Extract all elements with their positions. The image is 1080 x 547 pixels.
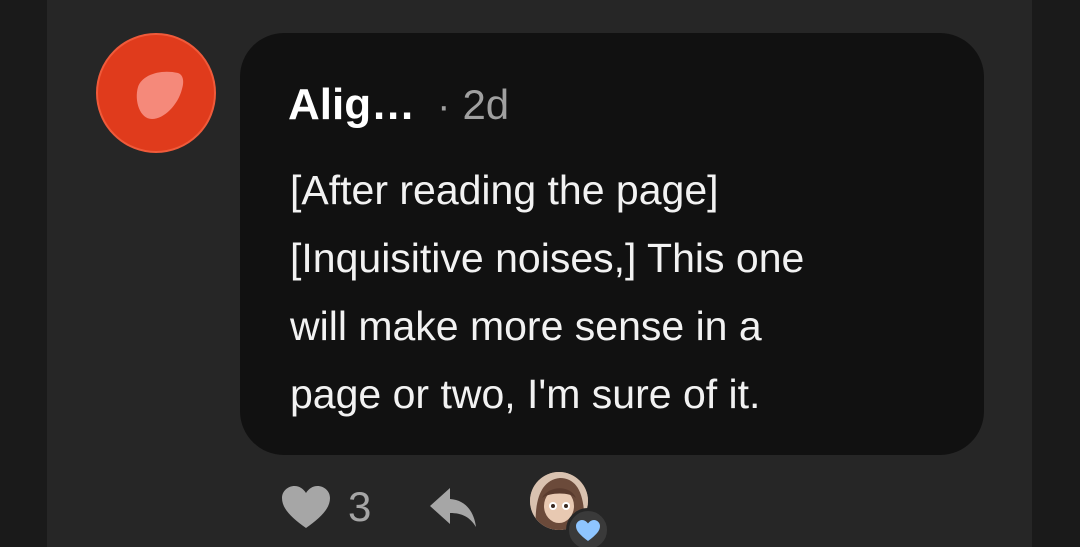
heart-icon: [282, 486, 330, 528]
comment-text-line: will make more sense in a: [290, 303, 762, 349]
comment-text-line: [After reading the page]: [290, 167, 719, 213]
reply-icon: [430, 488, 476, 527]
reply-button[interactable]: [428, 484, 480, 530]
meta-separator: ·: [437, 84, 451, 128]
author-avatar[interactable]: [96, 33, 216, 153]
comment-text-line: page or two, I'm sure of it.: [290, 371, 761, 417]
comment-view: Alig… · 2d [After reading the page] [Inq…: [0, 0, 1080, 547]
comment-age[interactable]: 2d: [462, 81, 509, 129]
like-button[interactable]: [280, 484, 332, 530]
reaction-badge[interactable]: [566, 508, 610, 547]
comment-text: [After reading the page] [Inquisitive no…: [290, 156, 970, 428]
comment-actions: 3: [0, 470, 1080, 547]
blue-heart-icon: [576, 520, 600, 541]
comment-text-line: [Inquisitive noises,] This one: [290, 235, 805, 281]
like-count: 3: [348, 483, 372, 530]
avatar-logo-icon: [136, 71, 184, 119]
comment-header: Alig… · 2d: [288, 80, 509, 136]
author-name[interactable]: Alig…: [288, 80, 415, 130]
